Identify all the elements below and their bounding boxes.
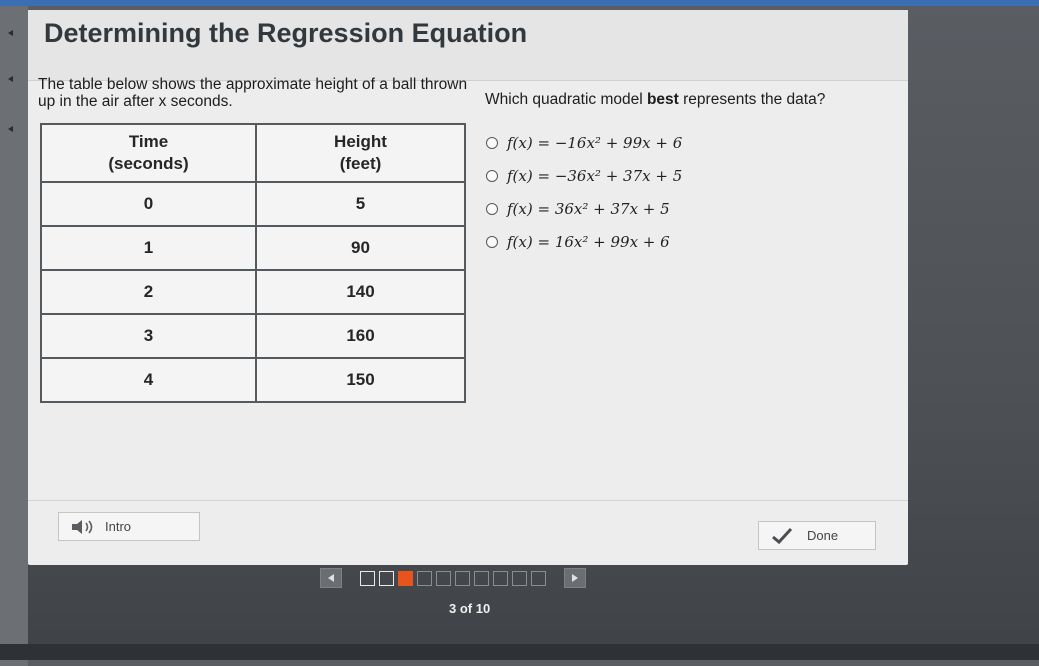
- table-row: 4 150: [40, 357, 466, 403]
- page-dot-current[interactable]: [398, 570, 413, 586]
- time-cell: 0: [40, 181, 257, 227]
- header-height-line1: Height: [334, 132, 387, 151]
- time-cell: 2: [40, 269, 257, 315]
- height-cell: 140: [255, 269, 466, 315]
- answer-options: f(x) = −16x² + 99x + 6 f(x) = −36x² + 37…: [486, 126, 682, 258]
- page-title: Determining the Regression Equation: [44, 18, 528, 48]
- height-cell: 150: [255, 357, 466, 403]
- done-button[interactable]: Done: [758, 521, 876, 550]
- question-bold: best: [646, 91, 679, 108]
- title-bar: Determining the Regression Equation: [28, 10, 908, 81]
- answer-option-3[interactable]: f(x) = 36x² + 37x + 5: [486, 192, 682, 225]
- checkmark-icon: [772, 527, 793, 544]
- left-sidebar-strip: [0, 6, 28, 666]
- page-dot[interactable]: [436, 570, 451, 586]
- header-time-line2: (seconds): [108, 154, 189, 173]
- header-time: Time (seconds): [40, 123, 257, 183]
- done-label: Done: [807, 528, 839, 543]
- footer-divider: [28, 500, 908, 501]
- page-dot[interactable]: [360, 570, 375, 586]
- top-strip: [0, 0, 1039, 6]
- page-dot[interactable]: [474, 570, 489, 586]
- page-dots: [360, 570, 550, 586]
- question-after: represents the data?: [678, 91, 826, 108]
- bottom-shade: [0, 644, 1039, 660]
- header-height-line2: (feet): [339, 154, 382, 173]
- height-cell: 90: [255, 225, 466, 271]
- intro-label: Intro: [105, 519, 132, 534]
- question-before: Which quadratic model: [485, 91, 647, 108]
- page-dot[interactable]: [512, 570, 527, 586]
- table-header-row: Time (seconds) Height (feet): [40, 123, 466, 183]
- answer-option-1[interactable]: f(x) = −16x² + 99x + 6: [486, 126, 682, 159]
- height-cell: 5: [255, 181, 466, 227]
- time-cell: 4: [40, 357, 257, 403]
- pagination: [320, 567, 586, 589]
- header-time-line1: Time: [128, 132, 169, 151]
- page-dot[interactable]: [493, 570, 508, 586]
- table-row: 2 140: [40, 269, 466, 315]
- question-text: Which quadratic model best represents th…: [485, 91, 825, 109]
- next-page-button[interactable]: [564, 568, 586, 588]
- page-dot[interactable]: [531, 570, 546, 586]
- header-height: Height (feet): [255, 123, 466, 183]
- time-cell: 3: [40, 313, 257, 359]
- page-count: 3 of 10: [449, 601, 491, 616]
- radio-button[interactable]: [486, 169, 498, 182]
- radio-button[interactable]: [486, 235, 498, 248]
- left-marker-icon: [8, 30, 13, 36]
- page-dot[interactable]: [379, 570, 394, 586]
- speaker-icon: [72, 519, 93, 534]
- radio-button[interactable]: [486, 202, 498, 215]
- option-label: f(x) = −36x² + 37x + 5: [507, 166, 683, 185]
- left-marker-icon: [8, 126, 13, 132]
- table-row: 1 90: [40, 225, 466, 271]
- page-dot[interactable]: [417, 570, 432, 586]
- page-dot[interactable]: [455, 570, 470, 586]
- time-cell: 1: [40, 225, 257, 271]
- lesson-card: Determining the Regression Equation The …: [28, 10, 908, 565]
- arrow-left-icon: [328, 574, 334, 582]
- table-row: 05: [40, 181, 466, 227]
- data-table: Time (seconds) Height (feet) 05 1 90 2 140…: [40, 123, 466, 403]
- answer-option-2[interactable]: f(x) = −36x² + 37x + 5: [486, 159, 682, 192]
- option-label: f(x) = 36x² + 37x + 5: [507, 199, 670, 218]
- option-label: f(x) = 16x² + 99x + 6: [507, 232, 670, 251]
- prompt-text: The table below shows the approximate he…: [38, 76, 468, 110]
- intro-button[interactable]: Intro: [58, 512, 200, 541]
- previous-page-button[interactable]: [320, 568, 342, 588]
- left-marker-icon: [8, 76, 13, 82]
- radio-button[interactable]: [486, 136, 498, 149]
- arrow-right-icon: [572, 574, 578, 582]
- height-cell: 160: [255, 313, 466, 359]
- answer-option-4[interactable]: f(x) = 16x² + 99x + 6: [486, 225, 682, 258]
- table-row: 3 160: [40, 313, 466, 359]
- option-label: f(x) = −16x² + 99x + 6: [507, 133, 683, 152]
